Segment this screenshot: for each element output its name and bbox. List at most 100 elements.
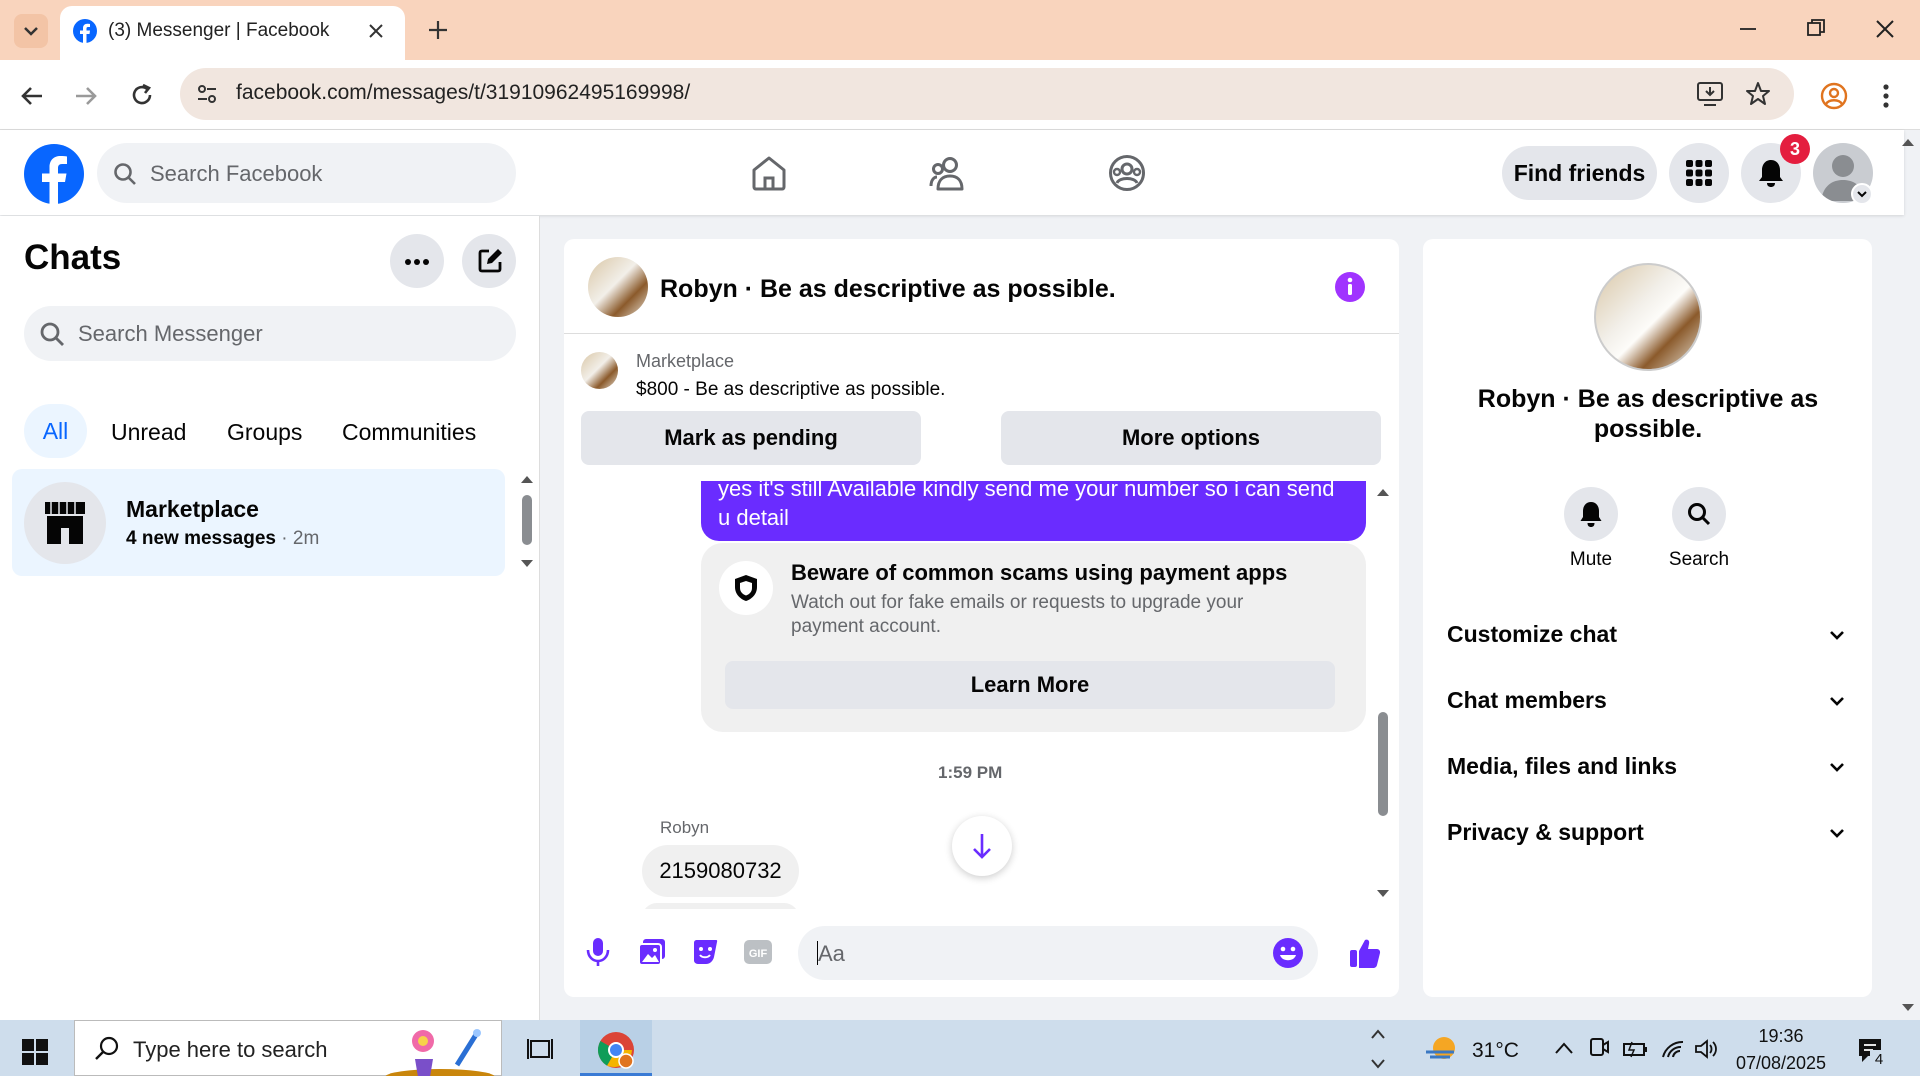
scroll-down-arrow-icon[interactable] bbox=[520, 559, 534, 569]
groups-icon[interactable] bbox=[1107, 153, 1147, 193]
find-friends-button[interactable]: Find friends bbox=[1502, 146, 1657, 200]
section-media-files-links[interactable]: Media, files and links bbox=[1435, 741, 1860, 793]
scroll-up-arrow-icon[interactable] bbox=[1376, 487, 1390, 497]
learn-more-button[interactable]: Learn More bbox=[725, 661, 1335, 709]
reload-icon[interactable] bbox=[128, 81, 156, 109]
profile-icon[interactable] bbox=[1819, 81, 1849, 111]
details-avatar[interactable] bbox=[1594, 263, 1702, 371]
contact-avatar[interactable] bbox=[588, 257, 648, 317]
chevron-down-icon bbox=[1830, 763, 1844, 772]
photo-icon[interactable] bbox=[637, 937, 667, 967]
show-hidden-icons-icon[interactable] bbox=[1553, 1040, 1575, 1056]
volume-icon[interactable] bbox=[1694, 1038, 1720, 1060]
chat-list-scrollbar[interactable] bbox=[522, 495, 532, 545]
microphone-icon[interactable] bbox=[585, 936, 611, 968]
thumbs-up-icon[interactable] bbox=[1348, 936, 1382, 970]
section-customize-chat[interactable]: Customize chat bbox=[1435, 609, 1860, 661]
chrome-taskbar-app[interactable] bbox=[580, 1020, 652, 1076]
new-message-button[interactable] bbox=[462, 234, 516, 288]
weather-temperature[interactable]: 31°C bbox=[1472, 1039, 1519, 1063]
search-label: Search bbox=[1668, 549, 1730, 570]
compose-icon bbox=[478, 249, 502, 273]
more-options-button[interactable]: More options bbox=[1001, 411, 1381, 465]
search-icon bbox=[1688, 503, 1711, 526]
close-window-icon[interactable] bbox=[1874, 18, 1896, 40]
notification-badge: 3 bbox=[1780, 134, 1810, 164]
mute-button[interactable] bbox=[1564, 487, 1618, 541]
filter-groups[interactable]: Groups bbox=[227, 419, 302, 446]
browser-tab[interactable]: (3) Messenger | Facebook bbox=[60, 6, 405, 60]
account-menu-chevron[interactable] bbox=[1851, 183, 1873, 205]
windows-start-icon[interactable] bbox=[22, 1039, 48, 1065]
taskbar-scroll-down-icon[interactable] bbox=[1370, 1058, 1386, 1070]
bell-icon bbox=[1580, 502, 1602, 527]
facebook-search-bar[interactable]: Search Facebook bbox=[97, 143, 516, 203]
section-label: Chat members bbox=[1447, 687, 1607, 713]
scroll-down-arrow-icon[interactable] bbox=[1376, 889, 1390, 899]
sent-message-bubble[interactable]: yes it's still Available kindly send me … bbox=[701, 481, 1366, 541]
warning-body: Watch out for fake emails or requests to… bbox=[791, 592, 1244, 637]
new-tab-icon[interactable] bbox=[426, 18, 450, 42]
weather-sun-icon[interactable] bbox=[1424, 1032, 1460, 1064]
gif-icon[interactable]: GIF bbox=[743, 939, 773, 965]
close-tab-icon[interactable] bbox=[366, 21, 386, 41]
battery-icon[interactable] bbox=[1622, 1039, 1650, 1059]
chevron-down-icon bbox=[1857, 191, 1867, 198]
url-text[interactable]: facebook.com/messages/t/3191096249516999… bbox=[236, 81, 690, 105]
meet-now-icon[interactable] bbox=[1588, 1037, 1610, 1061]
site-info-icon[interactable] bbox=[194, 81, 220, 107]
clock-time[interactable]: 19:36 bbox=[1736, 1026, 1826, 1047]
listing-detail: $800 - Be as descriptive as possible. bbox=[636, 379, 946, 400]
sticker-icon[interactable] bbox=[690, 937, 720, 967]
mark-as-pending-button[interactable]: Mark as pending bbox=[581, 411, 921, 465]
emoji-icon[interactable] bbox=[1272, 937, 1304, 969]
facebook-logo-icon[interactable] bbox=[23, 143, 85, 205]
friends-icon[interactable] bbox=[928, 153, 970, 193]
partial-next-bubble bbox=[642, 903, 799, 909]
search-in-conversation-button[interactable] bbox=[1672, 487, 1726, 541]
address-bar[interactable]: facebook.com/messages/t/3191096249516999… bbox=[180, 68, 1794, 120]
chat-options-button[interactable] bbox=[390, 234, 444, 288]
search-highlight-illustration-icon bbox=[385, 1029, 495, 1076]
browser-menu-icon[interactable] bbox=[1874, 81, 1898, 111]
filter-unread[interactable]: Unread bbox=[111, 419, 186, 446]
message-input[interactable]: Aa bbox=[798, 926, 1318, 980]
restore-icon[interactable] bbox=[1806, 18, 1826, 38]
details-name: Robyn · Be as descriptive as possible. bbox=[1477, 385, 1819, 443]
listing-label: Marketplace bbox=[636, 351, 735, 371]
info-icon[interactable] bbox=[1334, 271, 1366, 303]
details-panel: Robyn · Be as descriptive as possible. M… bbox=[1423, 239, 1872, 997]
message-scrollbar[interactable] bbox=[1378, 712, 1388, 816]
listing-thumbnail[interactable] bbox=[581, 352, 618, 389]
menu-button[interactable] bbox=[1669, 143, 1729, 203]
messenger-search-bar[interactable]: Search Messenger bbox=[24, 306, 516, 361]
install-app-icon[interactable] bbox=[1696, 81, 1724, 107]
message-input-placeholder: Aa bbox=[818, 941, 845, 966]
wifi-icon[interactable] bbox=[1660, 1039, 1686, 1059]
filter-communities[interactable]: Communities bbox=[342, 419, 476, 446]
bookmark-star-icon[interactable] bbox=[1744, 80, 1772, 108]
forward-icon[interactable] bbox=[72, 82, 100, 110]
warning-icon-circle bbox=[719, 561, 773, 615]
task-view-icon[interactable] bbox=[526, 1036, 554, 1062]
mute-label: Mute bbox=[1569, 549, 1613, 570]
back-icon[interactable] bbox=[18, 82, 46, 110]
filter-all[interactable]: All bbox=[24, 404, 87, 458]
page-scroll-down-icon[interactable] bbox=[1900, 1002, 1916, 1014]
section-privacy-support[interactable]: Privacy & support bbox=[1435, 807, 1860, 859]
clock-date[interactable]: 07/08/2025 bbox=[1726, 1053, 1836, 1074]
page-scroll-up-icon[interactable] bbox=[1900, 136, 1916, 148]
message-timestamp: 1:59 PM bbox=[938, 763, 1003, 782]
tab-search-button[interactable] bbox=[14, 14, 48, 48]
chat-list-item[interactable]: Marketplace 4 new messages · 2m bbox=[12, 469, 505, 576]
received-message-bubble[interactable]: 2159080732 bbox=[642, 845, 799, 897]
minimize-icon[interactable] bbox=[1738, 18, 1758, 38]
taskbar-scroll-up-icon[interactable] bbox=[1370, 1028, 1386, 1040]
taskbar-search-box[interactable]: Type here to search bbox=[74, 1020, 502, 1076]
section-chat-members[interactable]: Chat members bbox=[1435, 675, 1860, 727]
scroll-to-bottom-button[interactable] bbox=[952, 816, 1012, 876]
home-icon[interactable] bbox=[749, 153, 789, 193]
search-icon bbox=[95, 1036, 119, 1060]
conversation-title[interactable]: Robyn · Be as descriptive as possible. bbox=[660, 275, 1116, 304]
scroll-up-arrow-icon[interactable] bbox=[520, 474, 534, 484]
